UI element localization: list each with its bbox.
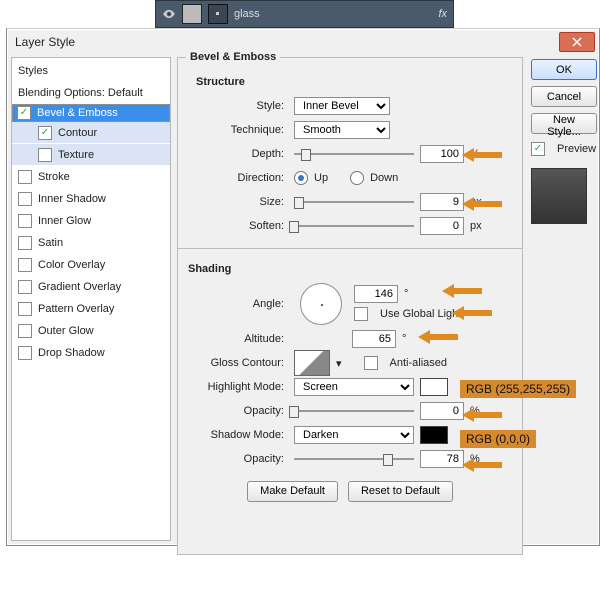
soften-label: Soften: (188, 220, 288, 232)
annotation-highlight-rgb: RGB (255,255,255) (460, 380, 576, 398)
checkbox[interactable] (18, 192, 32, 206)
dialog-buttons: OK Cancel New Style... Preview (531, 57, 599, 541)
preview-checkbox[interactable] (531, 142, 545, 156)
soften-unit: px (470, 220, 494, 232)
highlight-color-swatch[interactable] (420, 378, 448, 396)
cancel-button[interactable]: Cancel (531, 86, 597, 107)
soften-input[interactable] (420, 217, 464, 235)
checkbox[interactable] (18, 346, 32, 360)
angle-input[interactable] (354, 285, 398, 303)
shading-heading: Shading (188, 263, 512, 275)
depth-input[interactable] (420, 145, 464, 163)
checkbox[interactable] (18, 258, 32, 272)
dialog-titlebar[interactable]: Layer Style (7, 29, 599, 55)
list-contour[interactable]: Contour (12, 122, 170, 144)
highlight-opacity-slider[interactable] (294, 410, 414, 412)
use-global-light-checkbox[interactable] (354, 307, 368, 321)
soften-slider[interactable] (294, 225, 414, 227)
technique-select[interactable]: Smooth (294, 121, 390, 139)
altitude-input[interactable] (352, 330, 396, 348)
shadow-opacity-label: Opacity: (188, 453, 288, 465)
list-gradient-overlay[interactable]: Gradient Overlay (12, 276, 170, 298)
style-label: Style: (188, 100, 288, 112)
highlight-mode-label: Highlight Mode: (188, 381, 288, 393)
layer-name[interactable]: glass (234, 8, 260, 20)
gloss-label: Gloss Contour: (188, 357, 288, 369)
list-blending-options[interactable]: Blending Options: Default (12, 82, 170, 104)
checkbox[interactable] (18, 214, 32, 228)
list-pattern-overlay[interactable]: Pattern Overlay (12, 298, 170, 320)
highlight-opacity-label: Opacity: (188, 405, 288, 417)
arrow-icon (462, 458, 502, 472)
list-stroke[interactable]: Stroke (12, 166, 170, 188)
arrow-icon (418, 330, 458, 344)
angle-label: Angle: (188, 298, 288, 310)
layer-mask-thumbnail[interactable] (208, 4, 228, 24)
list-inner-shadow[interactable]: Inner Shadow (12, 188, 170, 210)
checkbox[interactable] (18, 236, 32, 250)
depth-label: Depth: (188, 148, 288, 160)
list-bevel-emboss[interactable]: Bevel & Emboss (12, 104, 170, 122)
arrow-icon (462, 408, 502, 422)
styles-list: Styles Blending Options: Default Bevel &… (11, 57, 171, 541)
size-slider[interactable] (294, 201, 414, 203)
list-outer-glow[interactable]: Outer Glow (12, 320, 170, 342)
dialog-title: Layer Style (15, 35, 75, 49)
new-style-button[interactable]: New Style... (531, 113, 597, 134)
arrow-icon (462, 197, 502, 211)
structure-heading: Structure (196, 76, 512, 88)
layer-style-dialog: Layer Style Styles Blending Options: Def… (6, 28, 600, 546)
visibility-eye-icon[interactable] (162, 7, 176, 21)
shadow-color-swatch[interactable] (420, 426, 448, 444)
use-global-light-label: Use Global Light (380, 308, 461, 320)
list-drop-shadow[interactable]: Drop Shadow (12, 342, 170, 364)
checkbox[interactable] (38, 148, 52, 162)
altitude-label: Altitude: (188, 333, 288, 345)
technique-label: Technique: (188, 124, 288, 136)
checkbox[interactable] (18, 302, 32, 316)
checkbox[interactable] (38, 126, 52, 140)
list-color-overlay[interactable]: Color Overlay (12, 254, 170, 276)
angle-dial[interactable] (300, 283, 342, 325)
layers-panel-row: glass fx (155, 0, 454, 28)
checkbox[interactable] (18, 170, 32, 184)
direction-down-radio[interactable] (350, 171, 364, 185)
size-label: Size: (188, 196, 288, 208)
ok-button[interactable]: OK (531, 59, 597, 80)
checkbox[interactable] (18, 280, 32, 294)
highlight-mode-select[interactable]: Screen (294, 378, 414, 396)
arrow-icon (452, 306, 492, 320)
list-texture[interactable]: Texture (12, 144, 170, 166)
annotation-shadow-rgb: RGB (0,0,0) (460, 430, 536, 448)
antialiased-checkbox[interactable] (364, 356, 378, 370)
depth-slider[interactable] (294, 153, 414, 155)
layer-thumbnail[interactable] (182, 4, 202, 24)
shadow-opacity-input[interactable] (420, 450, 464, 468)
preview-swatch (531, 168, 587, 224)
arrow-icon (462, 148, 502, 162)
direction-label: Direction: (188, 172, 288, 184)
checkbox[interactable] (18, 324, 32, 338)
list-header-styles[interactable]: Styles (12, 60, 170, 82)
direction-up-radio[interactable] (294, 171, 308, 185)
layer-fx-badge[interactable]: fx (438, 8, 447, 20)
make-default-button[interactable]: Make Default (247, 481, 338, 502)
shadow-opacity-slider[interactable] (294, 458, 414, 460)
size-input[interactable] (420, 193, 464, 211)
reset-default-button[interactable]: Reset to Default (348, 481, 453, 502)
list-satin[interactable]: Satin (12, 232, 170, 254)
shadow-mode-label: Shadow Mode: (188, 429, 288, 441)
arrow-icon (442, 284, 482, 298)
style-select[interactable]: Inner Bevel (294, 97, 390, 115)
checkbox[interactable] (17, 106, 31, 120)
chevron-down-icon[interactable]: ▾ (336, 357, 342, 370)
close-icon[interactable] (559, 32, 595, 52)
list-inner-glow[interactable]: Inner Glow (12, 210, 170, 232)
gloss-contour-picker[interactable] (294, 350, 330, 376)
shadow-mode-select[interactable]: Darken (294, 426, 414, 444)
highlight-opacity-input[interactable] (420, 402, 464, 420)
panel-title: Bevel & Emboss (186, 51, 280, 63)
